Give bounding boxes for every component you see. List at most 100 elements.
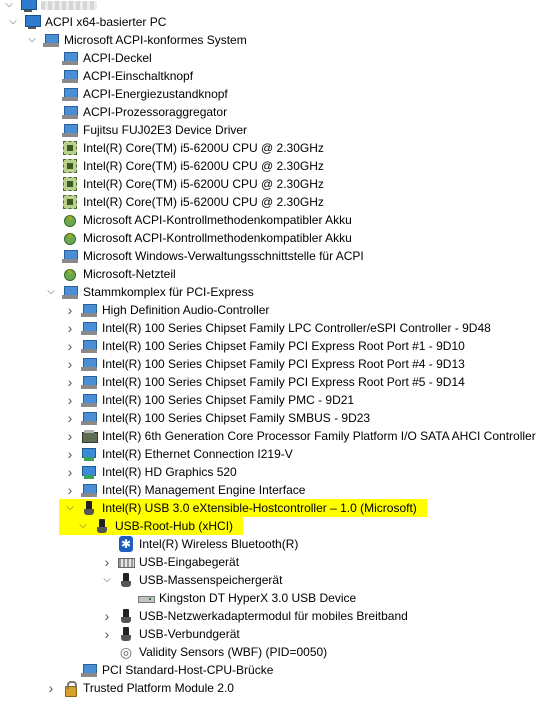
tree-row-label: Validity Sensors (WBF) (PID=0050) <box>139 645 328 659</box>
tree-row[interactable]: ›Intel(R) Wireless Bluetooth(R) <box>102 535 300 553</box>
computer-icon <box>20 0 37 13</box>
tree-row[interactable]: › USB-Verbundgerät <box>102 625 242 643</box>
chevron-right-icon[interactable]: › <box>102 553 112 571</box>
tree-row[interactable]: ›ACPI-Deckel <box>46 49 154 67</box>
tree-row[interactable]: › Intel(R) 100 Series Chipset Family PCI … <box>65 355 467 373</box>
tree-row-label: Intel(R) 100 Series Chipset Family LPC C… <box>102 321 491 335</box>
tree-row-label: High Definition Audio-Controller <box>102 303 270 317</box>
chevron-down-icon[interactable]: ⌵ <box>4 0 14 14</box>
tree-row[interactable]: ›Intel(R) Core(TM) i5-6200U CPU @ 2.30GH… <box>46 193 326 211</box>
chevron-right-icon[interactable]: › <box>102 607 112 625</box>
tree-row-label: Intel(R) HD Graphics 520 <box>102 465 237 479</box>
tree-row[interactable]: ⌵ USB-Massenspeichergerät <box>102 571 284 589</box>
tree-row-label: Intel(R) Ethernet Connection I219-V <box>102 447 293 461</box>
tree-row[interactable]: ›Intel(R) Core(TM) i5-6200U CPU @ 2.30GH… <box>46 157 326 175</box>
tree-row[interactable]: ⌵ Stammkomplex für PCI-Express <box>46 283 256 301</box>
tree-row[interactable]: ›ACPI-Energiezustandknopf <box>46 85 230 103</box>
keyboard-icon <box>118 554 135 570</box>
tree-row[interactable]: ›Microsoft-Netzteil <box>46 264 178 283</box>
device-tree[interactable]: ⌵ ⌵ ACPI x64-basierter PC ⌵ Microsoft ACPI-… <box>0 0 554 706</box>
system-device-icon <box>81 320 97 336</box>
tree-row[interactable]: › Trusted Platform Module 2.0 <box>46 679 236 697</box>
tree-row[interactable]: ›Intel(R) Core(TM) i5-6200U CPU @ 2.30GH… <box>46 175 326 193</box>
chevron-right-icon[interactable]: › <box>46 679 56 697</box>
processor-icon <box>62 194 78 210</box>
chevron-right-icon[interactable]: › <box>65 427 75 445</box>
tree-row-label: Intel(R) Core(TM) i5-6200U CPU @ 2.30GHz <box>83 177 324 191</box>
tree-row[interactable]: › Intel(R) Management Engine Interface <box>65 481 307 499</box>
system-device-icon <box>81 374 97 390</box>
tree-row[interactable]: ›ACPI-Einschaltknopf <box>46 67 195 85</box>
chevron-down-icon[interactable]: ⌵ <box>46 283 56 301</box>
battery-icon <box>62 264 78 282</box>
chevron-right-icon[interactable]: › <box>65 373 75 391</box>
bluetooth-icon <box>118 536 134 552</box>
tree-row-label: USB-Verbundgerät <box>139 627 240 641</box>
usb-icon <box>118 626 134 642</box>
chevron-right-icon[interactable]: › <box>102 625 112 643</box>
chevron-right-icon[interactable]: › <box>65 409 75 427</box>
tree-row[interactable]: ›Microsoft ACPI-Kontrollmethodenkompatib… <box>46 228 354 247</box>
chevron-down-icon[interactable]: ⌵ <box>65 499 75 517</box>
tree-row[interactable]: › Intel(R) 6th Generation Core Processor … <box>65 427 538 445</box>
network-adapter-icon <box>81 446 97 462</box>
tree-row-label: USB-Massenspeichergerät <box>139 573 283 587</box>
usb-icon <box>81 500 97 516</box>
tpm-icon <box>62 680 78 697</box>
fingerprint-icon <box>118 644 134 660</box>
tree-row-label: Intel(R) 100 Series Chipset Family SMBUS… <box>102 411 371 425</box>
tree-row[interactable]: › Intel(R) HD Graphics 520 <box>65 463 239 481</box>
tree-row[interactable]: ›ACPI-Prozessoraggregator <box>46 103 229 121</box>
chevron-down-icon[interactable]: ⌵ <box>27 31 37 49</box>
tree-row[interactable]: ⌵ Microsoft ACPI-konformes System <box>27 31 249 49</box>
tree-row[interactable]: ⌵ ACPI x64-basierter PC <box>8 13 168 31</box>
tree-row[interactable]: ⌵ Intel(R) USB 3.0 eXtensible-Hostcontrol… <box>59 499 427 517</box>
tree-row[interactable]: › Intel(R) 100 Series Chipset Family PCI … <box>65 373 467 391</box>
chevron-down-icon[interactable]: ⌵ <box>102 571 112 589</box>
tree-row-label: USB-Eingabegerät <box>139 555 240 569</box>
battery-icon <box>62 228 78 246</box>
usb-icon <box>94 518 110 534</box>
tree-row[interactable]: ⌵ USB-Root-Hub (xHCI) <box>59 517 244 535</box>
storage-controller-icon <box>81 428 98 444</box>
tree-row[interactable]: ›Validity Sensors (WBF) (PID=0050) <box>102 643 329 661</box>
tree-root-row[interactable]: ⌵ <box>4 0 97 14</box>
chevron-right-icon[interactable]: › <box>65 463 75 481</box>
chevron-right-icon[interactable]: › <box>65 481 75 499</box>
tree-row-label: Microsoft Windows-Verwaltungsschnittstel… <box>83 249 364 263</box>
tree-row[interactable]: ›Fujitsu FUJ02E3 Device Driver <box>46 121 249 139</box>
tree-row[interactable]: ›PCI Standard-Host-CPU-Brücke <box>65 661 275 679</box>
tree-row[interactable]: › High Definition Audio-Controller <box>65 301 271 319</box>
tree-row[interactable]: ›Microsoft ACPI-Kontrollmethodenkompatib… <box>46 210 354 229</box>
tree-row-label: PCI Standard-Host-CPU-Brücke <box>102 663 274 677</box>
chevron-right-icon[interactable]: › <box>65 337 75 355</box>
system-device-icon <box>81 662 97 678</box>
tree-row[interactable]: › USB-Eingabegerät <box>102 553 241 571</box>
tree-row-label: USB-Root-Hub (xHCI) <box>113 517 236 535</box>
tree-row-label: Intel(R) Core(TM) i5-6200U CPU @ 2.30GHz <box>83 195 324 209</box>
tree-row[interactable]: › Intel(R) 100 Series Chipset Family PMC … <box>65 391 356 409</box>
chevron-right-icon[interactable]: › <box>65 301 75 319</box>
chevron-down-icon[interactable]: ⌵ <box>78 517 88 535</box>
tree-row[interactable]: › USB-Netzwerkadaptermodul für mobiles Br… <box>102 607 410 625</box>
tree-row[interactable]: ›Kingston DT HyperX 3.0 USB Device <box>122 589 358 607</box>
tree-row[interactable]: › Intel(R) Ethernet Connection I219-V <box>65 445 295 463</box>
tree-row-label: Intel(R) Core(TM) i5-6200U CPU @ 2.30GHz <box>83 159 324 173</box>
tree-row-label: Intel(R) 100 Series Chipset Family PCI E… <box>102 339 465 353</box>
tree-row-label: Intel(R) USB 3.0 eXtensible-Hostcontroll… <box>100 499 419 517</box>
chevron-right-icon[interactable]: › <box>65 355 75 373</box>
chevron-right-icon[interactable]: › <box>65 391 75 409</box>
tree-row[interactable]: › Intel(R) 100 Series Chipset Family SMBU… <box>65 409 372 427</box>
system-device-icon <box>81 410 97 426</box>
chevron-right-icon[interactable]: › <box>65 445 75 463</box>
battery-icon <box>62 210 78 228</box>
chevron-right-icon[interactable]: › <box>65 319 75 337</box>
usb-icon <box>118 608 134 624</box>
tree-row[interactable]: ›Microsoft Windows-Verwaltungsschnittste… <box>46 247 366 265</box>
chevron-down-icon[interactable]: ⌵ <box>8 13 18 31</box>
tree-row[interactable]: › Intel(R) 100 Series Chipset Family LPC … <box>65 319 493 337</box>
tree-row[interactable]: ›Intel(R) Core(TM) i5-6200U CPU @ 2.30GH… <box>46 139 326 157</box>
tree-row[interactable]: › Intel(R) 100 Series Chipset Family PCI … <box>65 337 467 355</box>
system-device-icon <box>43 32 59 48</box>
tree-row-label: Intel(R) Core(TM) i5-6200U CPU @ 2.30GHz <box>83 141 324 155</box>
